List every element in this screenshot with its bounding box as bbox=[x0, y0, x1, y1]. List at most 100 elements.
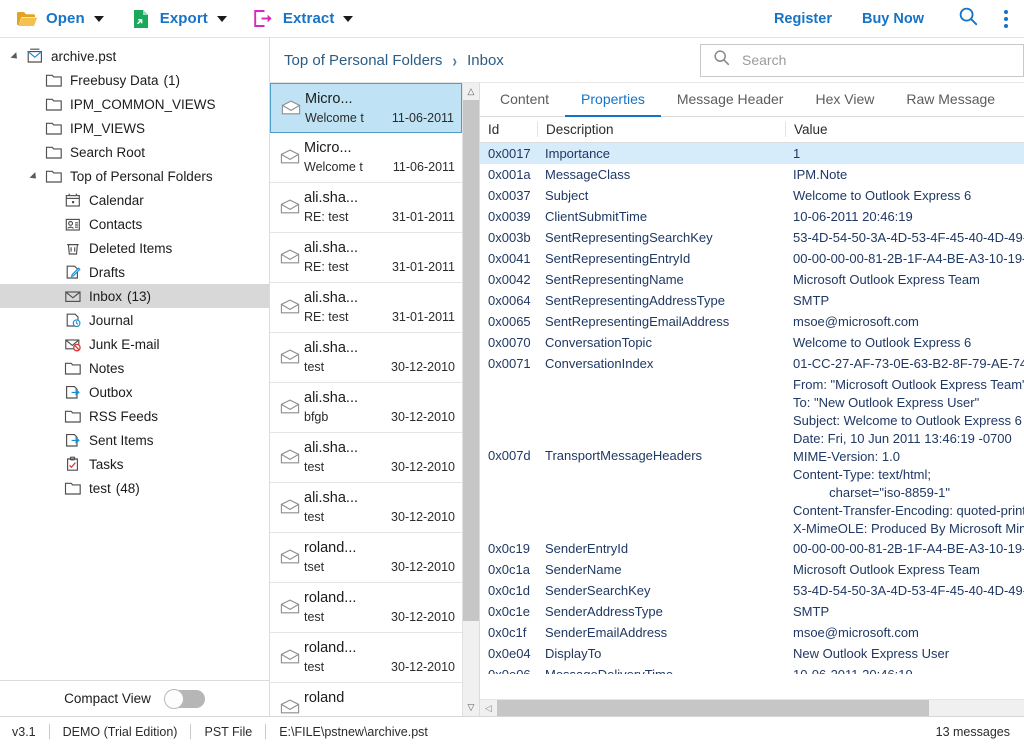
scroll-down-button[interactable]: ▽ bbox=[463, 699, 479, 716]
column-header-description[interactable]: Description bbox=[537, 122, 785, 137]
properties-table-row[interactable]: 0x0037 Subject Welcome to Outlook Express … bbox=[480, 185, 1024, 206]
search-icon-button[interactable] bbox=[958, 6, 978, 31]
tab-content[interactable]: Content bbox=[484, 83, 565, 117]
tab-properties[interactable]: Properties bbox=[565, 83, 661, 117]
properties-table-row[interactable]: 0x0e06MessageDeliveryTime10-06-2011 20:4… bbox=[480, 664, 1024, 674]
message-subject-row: bfgb 30-12-2010 bbox=[304, 410, 455, 425]
breadcrumb-item-current[interactable]: Inbox bbox=[467, 52, 504, 69]
extract-button[interactable]: Extract bbox=[253, 4, 354, 34]
search-input[interactable] bbox=[740, 44, 1023, 76]
hscroll-thumb[interactable] bbox=[497, 700, 930, 716]
sidebar-item-search-root[interactable]: Search Root bbox=[0, 140, 269, 164]
inbox-envelope-icon bbox=[62, 287, 83, 305]
sidebar-item-top-of-personal-folders[interactable]: Top of Personal Folders bbox=[0, 164, 269, 188]
export-button[interactable]: Export bbox=[130, 4, 227, 34]
compact-view-toggle[interactable] bbox=[163, 688, 205, 709]
message-list-item[interactable]: roland... test 30-12-2010 bbox=[270, 633, 462, 683]
property-value: 10-06-2011 20:46:19 bbox=[785, 664, 1024, 674]
folder-icon bbox=[43, 95, 64, 113]
sidebar-item-contacts[interactable]: Contacts bbox=[0, 212, 269, 236]
column-header-value[interactable]: Value bbox=[785, 122, 1024, 137]
folder-sidebar: archive.pst Freebusy Data (1) IPM_COMMON_VI… bbox=[0, 38, 270, 716]
message-list-item[interactable]: ali.sha... test 30-12-2010 bbox=[270, 483, 462, 533]
properties-table-row[interactable]: 0x0e04 DisplayTo New Outlook Express User bbox=[480, 643, 1024, 664]
sidebar-item-journal[interactable]: Journal bbox=[0, 308, 269, 332]
message-list-item[interactable]: ali.sha... RE: test 31-01-2011 bbox=[270, 283, 462, 333]
buy-now-link[interactable]: Buy Now bbox=[862, 11, 924, 27]
message-date: 30-12-2010 bbox=[391, 460, 455, 474]
more-options-button[interactable] bbox=[1004, 9, 1008, 28]
scroll-track[interactable] bbox=[463, 100, 479, 699]
message-sender: roland... bbox=[304, 640, 357, 656]
scroll-up-button[interactable]: △ bbox=[463, 83, 479, 100]
hscroll-left-button[interactable]: ◁ bbox=[480, 700, 497, 716]
properties-table-row[interactable]: 0x0065 SentRepresentingEmailAddress msoe@m… bbox=[480, 311, 1024, 332]
mail-read-envelope-icon bbox=[276, 187, 304, 214]
sidebar-item-calendar[interactable]: Calendar bbox=[0, 188, 269, 212]
tab-message-header[interactable]: Message Header bbox=[661, 83, 800, 117]
properties-table-row[interactable]: 0x0c1e SenderAddressType SMTP bbox=[480, 601, 1024, 622]
properties-table-row[interactable]: 0x0c19 SenderEntryId 00-00-00-00-81-2B-1F-… bbox=[480, 538, 1024, 559]
drafts-icon bbox=[62, 263, 83, 281]
export-chevron-down-icon[interactable] bbox=[216, 15, 227, 22]
tab-raw-message[interactable]: Raw Message bbox=[890, 83, 1011, 117]
column-header-id[interactable]: Id bbox=[480, 122, 537, 137]
sidebar-item-archive-pst[interactable]: archive.pst bbox=[0, 44, 269, 68]
sidebar-item-drafts[interactable]: Drafts bbox=[0, 260, 269, 284]
sidebar-item-label: archive.pst bbox=[51, 48, 117, 64]
properties-table-row[interactable]: 0x0042 SentRepresentingName Microsoft Outl… bbox=[480, 269, 1024, 290]
message-list-item[interactable]: roland... test 30-12-2010 bbox=[270, 583, 462, 633]
properties-table-row[interactable]: 0x0071 ConversationIndex 01-CC-27-AF-73-0E… bbox=[480, 353, 1024, 374]
sidebar-item-freebusy-data[interactable]: Freebusy Data (1) bbox=[0, 68, 269, 92]
message-list-item[interactable]: ali.sha... test 30-12-2010 bbox=[270, 333, 462, 383]
properties-table-row[interactable]: 0x0070 ConversationTopic Welcome to Outloo… bbox=[480, 332, 1024, 353]
properties-table-row[interactable]: 0x003b SentRepresentingSearchKey 53-4D-54-… bbox=[480, 227, 1024, 248]
scroll-thumb[interactable] bbox=[463, 100, 479, 622]
message-list-item[interactable]: ali.sha... test 30-12-2010 bbox=[270, 433, 462, 483]
properties-table-row[interactable]: 0x0017 Importance 1 bbox=[480, 143, 1024, 164]
sidebar-item-junk-e-mail[interactable]: Junk E-mail bbox=[0, 332, 269, 356]
open-chevron-down-icon[interactable] bbox=[93, 15, 104, 22]
properties-table-row[interactable]: 0x0c1d SenderSearchKey 53-4D-54-50-3A-4D-5… bbox=[480, 580, 1024, 601]
message-list-item[interactable]: ali.sha... RE: test 31-01-2011 bbox=[270, 183, 462, 233]
sidebar-item-ipm-common-views[interactable]: IPM_COMMON_VIEWS bbox=[0, 92, 269, 116]
sidebar-item-rss-feeds[interactable]: RSS Feeds bbox=[0, 404, 269, 428]
sidebar-item-outbox[interactable]: Outbox bbox=[0, 380, 269, 404]
sidebar-item-sent-items[interactable]: Sent Items bbox=[0, 428, 269, 452]
register-link[interactable]: Register bbox=[774, 11, 832, 27]
search-box[interactable] bbox=[700, 43, 1024, 77]
properties-hscrollbar[interactable]: ◁ bbox=[480, 699, 1024, 716]
message-list-item[interactable]: Micro... Welcome t 11-06-2011 bbox=[270, 83, 462, 133]
property-id: 0x0064 bbox=[488, 293, 531, 308]
sidebar-item-inbox[interactable]: Inbox (13) bbox=[0, 284, 269, 308]
properties-table-row[interactable]: 0x001a MessageClass IPM.Note bbox=[480, 164, 1024, 185]
message-list-item[interactable]: Micro... Welcome t 11-06-2011 bbox=[270, 133, 462, 183]
hscroll-track[interactable] bbox=[497, 700, 1024, 716]
extract-chevron-down-icon[interactable] bbox=[343, 15, 354, 22]
properties-table-row[interactable]: 0x007d TransportMessageHeaders From: "Micr… bbox=[480, 374, 1024, 538]
sidebar-item-deleted-items[interactable]: Deleted Items bbox=[0, 236, 269, 260]
mail-read-envelope-icon bbox=[276, 237, 304, 264]
sidebar-item-ipm-views[interactable]: IPM_VIEWS bbox=[0, 116, 269, 140]
properties-table-row[interactable]: 0x0064 SentRepresentingAddressType SMTP bbox=[480, 290, 1024, 311]
extract-arrow-icon bbox=[253, 8, 275, 30]
properties-table-row[interactable]: 0x0039 ClientSubmitTime 10-06-2011 20:46:1… bbox=[480, 206, 1024, 227]
message-list-item[interactable]: ali.sha... RE: test 31-01-2011 bbox=[270, 233, 462, 283]
properties-table-row[interactable]: 0x0041 SentRepresentingEntryId 00-00-00-00… bbox=[480, 248, 1024, 269]
tab-hex-view[interactable]: Hex View bbox=[799, 83, 890, 117]
message-list-item[interactable]: roland bbox=[270, 683, 462, 716]
message-list-scrollbar[interactable]: △ ▽ bbox=[462, 83, 479, 716]
mail-read-envelope-icon bbox=[276, 387, 304, 414]
sidebar-item-notes[interactable]: Notes bbox=[0, 356, 269, 380]
properties-table-row[interactable]: 0x0c1a SenderName Microsoft Outlook Expres… bbox=[480, 559, 1024, 580]
message-list-item[interactable]: roland... tset 30-12-2010 bbox=[270, 533, 462, 583]
property-value: Microsoft Outlook Express Team bbox=[793, 272, 980, 287]
properties-table-row[interactable]: 0x0c1f SenderEmailAddress msoe@microsoft.c… bbox=[480, 622, 1024, 643]
open-button[interactable]: Open bbox=[16, 4, 104, 34]
expander-open-icon[interactable] bbox=[6, 52, 24, 60]
sidebar-item-test[interactable]: test (48) bbox=[0, 476, 269, 500]
message-list-item[interactable]: ali.sha... bfgb 30-12-2010 bbox=[270, 383, 462, 433]
breadcrumb-item-root[interactable]: Top of Personal Folders bbox=[284, 52, 442, 69]
expander-open-icon[interactable] bbox=[25, 172, 43, 180]
sidebar-item-tasks[interactable]: Tasks bbox=[0, 452, 269, 476]
